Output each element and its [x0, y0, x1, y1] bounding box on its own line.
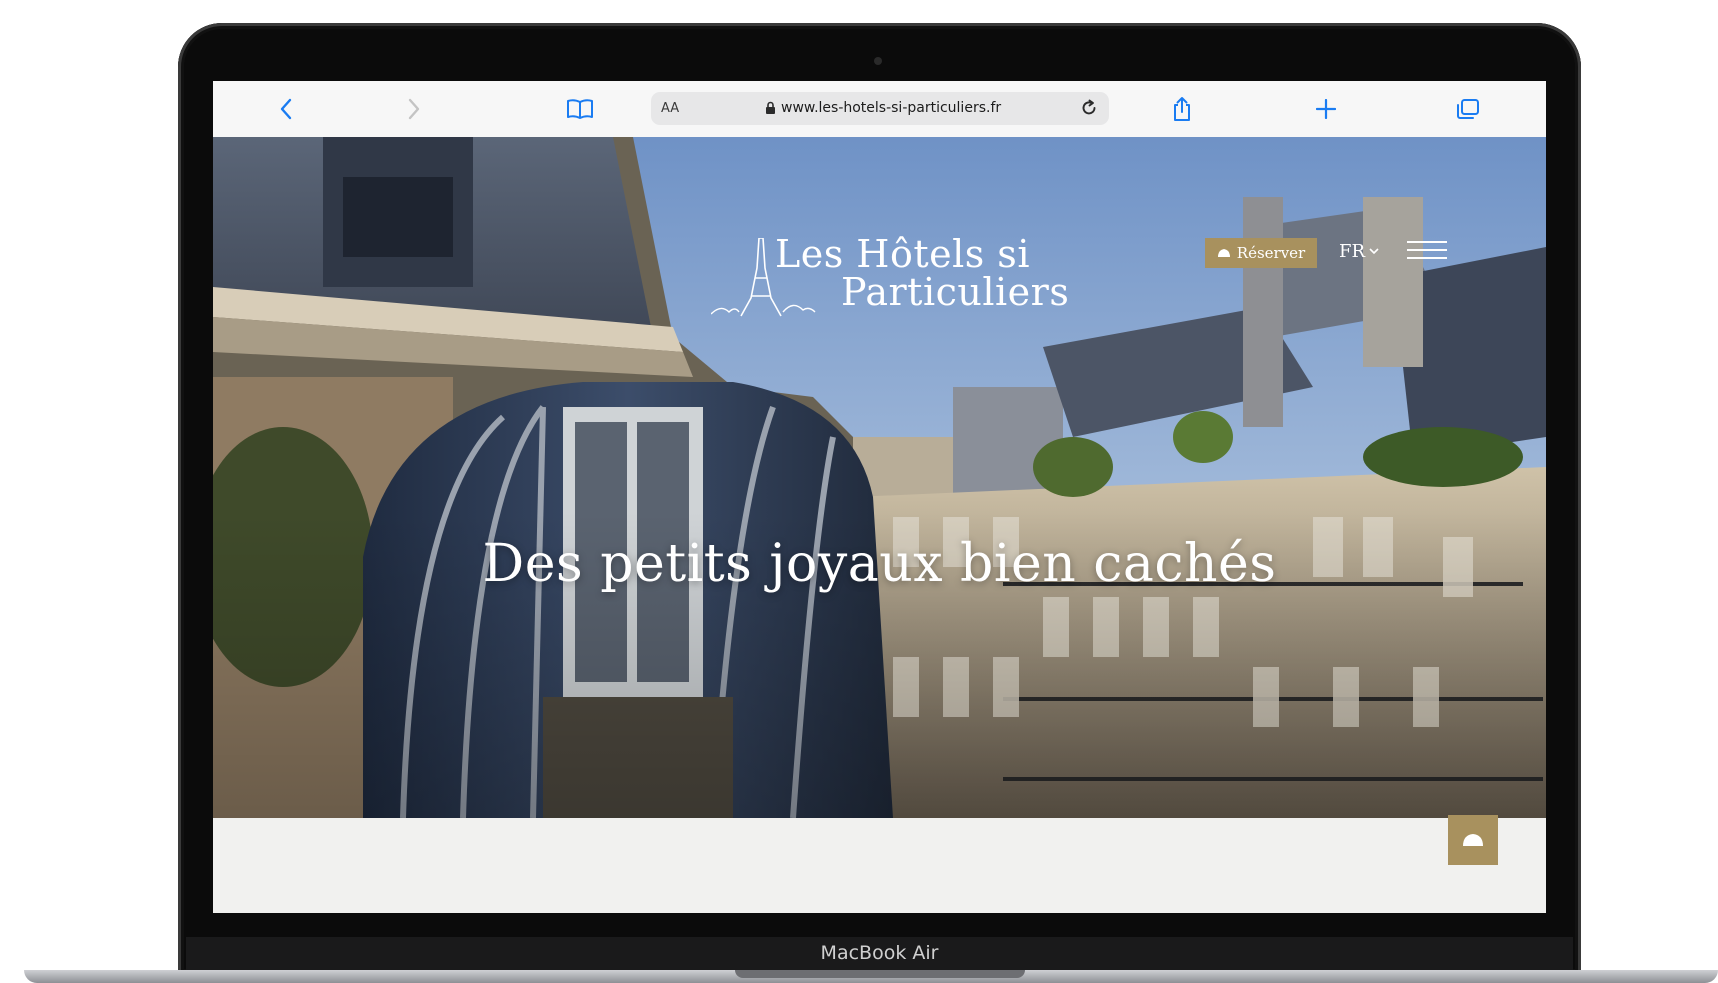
lock-icon [765, 101, 776, 120]
browser-toolbar: AA www.les-hotels-si-particuliers.fr [213, 81, 1546, 138]
tabs-overview-icon[interactable] [1453, 90, 1483, 128]
forward-chevron-right-icon[interactable] [399, 90, 429, 128]
share-icon[interactable] [1167, 90, 1197, 128]
reload-icon[interactable] [1079, 98, 1099, 123]
text-size-button[interactable]: AA [661, 101, 679, 116]
language-selector[interactable]: FR [1339, 241, 1379, 262]
bell-icon [1463, 834, 1483, 846]
webcam [874, 57, 882, 65]
laptop-base-notch [735, 970, 1025, 978]
new-tab-plus-icon[interactable] [1311, 90, 1341, 128]
hero-headline: Des petits joyaux bien cachés [482, 534, 1277, 594]
chevron-down-icon [1369, 248, 1379, 255]
bell-icon [1217, 249, 1230, 257]
site-logo[interactable]: Les Hôtels si Particuliers [711, 232, 1069, 322]
browser-screen: AA www.les-hotels-si-particuliers.fr Les… [213, 81, 1546, 913]
laptop-chin: MacBook Air [186, 937, 1573, 973]
bookmarks-icon[interactable] [563, 90, 597, 128]
url-text: www.les-hotels-si-particuliers.fr [781, 100, 1002, 116]
logo-text-line2: Particuliers [841, 270, 1070, 314]
address-bar[interactable]: AA www.les-hotels-si-particuliers.fr [651, 92, 1109, 125]
language-label: FR [1339, 241, 1366, 262]
reserve-label: Réserver [1236, 244, 1306, 262]
content-area [213, 818, 1546, 913]
floating-reserve-button[interactable] [1448, 815, 1498, 865]
hero-section: Les Hôtels si Particuliers Réserver FR D… [213, 137, 1546, 818]
back-chevron-left-icon[interactable] [271, 90, 301, 128]
hamburger-menu-icon[interactable] [1407, 241, 1447, 263]
reserve-button[interactable]: Réserver [1205, 238, 1317, 268]
device-model-label: MacBook Air [820, 942, 939, 964]
